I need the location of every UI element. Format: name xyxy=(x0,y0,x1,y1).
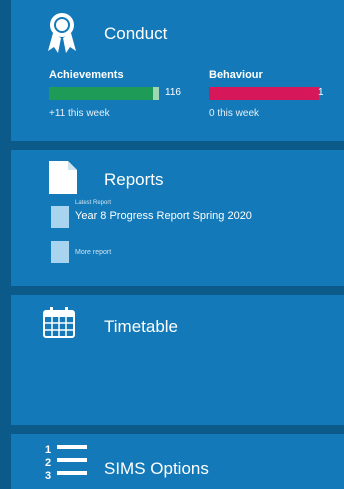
achievements-label: Achievements xyxy=(49,69,124,81)
award-ribbon-icon xyxy=(48,13,76,53)
reports-title: Reports xyxy=(104,170,164,189)
svg-text:3: 3 xyxy=(45,470,51,482)
conduct-card[interactable]: Conduct Achievements 116 +11 this week B… xyxy=(11,0,344,141)
more-report-file-icon xyxy=(51,241,69,263)
calendar-icon xyxy=(43,307,75,338)
sims-options-card[interactable]: 1 2 3 SIMS Options xyxy=(11,434,344,489)
svg-text:2: 2 xyxy=(45,457,51,469)
achievements-bar xyxy=(49,87,153,100)
latest-report-link[interactable]: Year 8 Progress Report Spring 2020 xyxy=(75,210,252,222)
more-report-link[interactable]: More report xyxy=(75,249,111,256)
behaviour-label: Behaviour xyxy=(209,69,263,81)
behaviour-bar xyxy=(209,87,319,100)
latest-report-label: Latest Report xyxy=(75,200,112,206)
achievements-bar-marker xyxy=(153,87,159,100)
achievements-value: 116 xyxy=(165,87,181,98)
numbered-list-icon: 1 2 3 xyxy=(45,444,87,482)
sims-options-title: SIMS Options xyxy=(104,459,209,478)
report-file-icon xyxy=(51,206,69,228)
behaviour-value: 1 xyxy=(318,87,324,98)
conduct-title: Conduct xyxy=(104,24,168,43)
timetable-card[interactable]: Timetable xyxy=(11,295,344,425)
timetable-title: Timetable xyxy=(104,317,179,336)
reports-card[interactable]: Reports Latest Report Year 8 Progress Re… xyxy=(11,150,344,286)
document-icon xyxy=(49,161,77,194)
svg-text:1: 1 xyxy=(45,444,51,456)
behaviour-week: 0 this week xyxy=(209,108,260,119)
achievements-week: +11 this week xyxy=(49,108,110,119)
